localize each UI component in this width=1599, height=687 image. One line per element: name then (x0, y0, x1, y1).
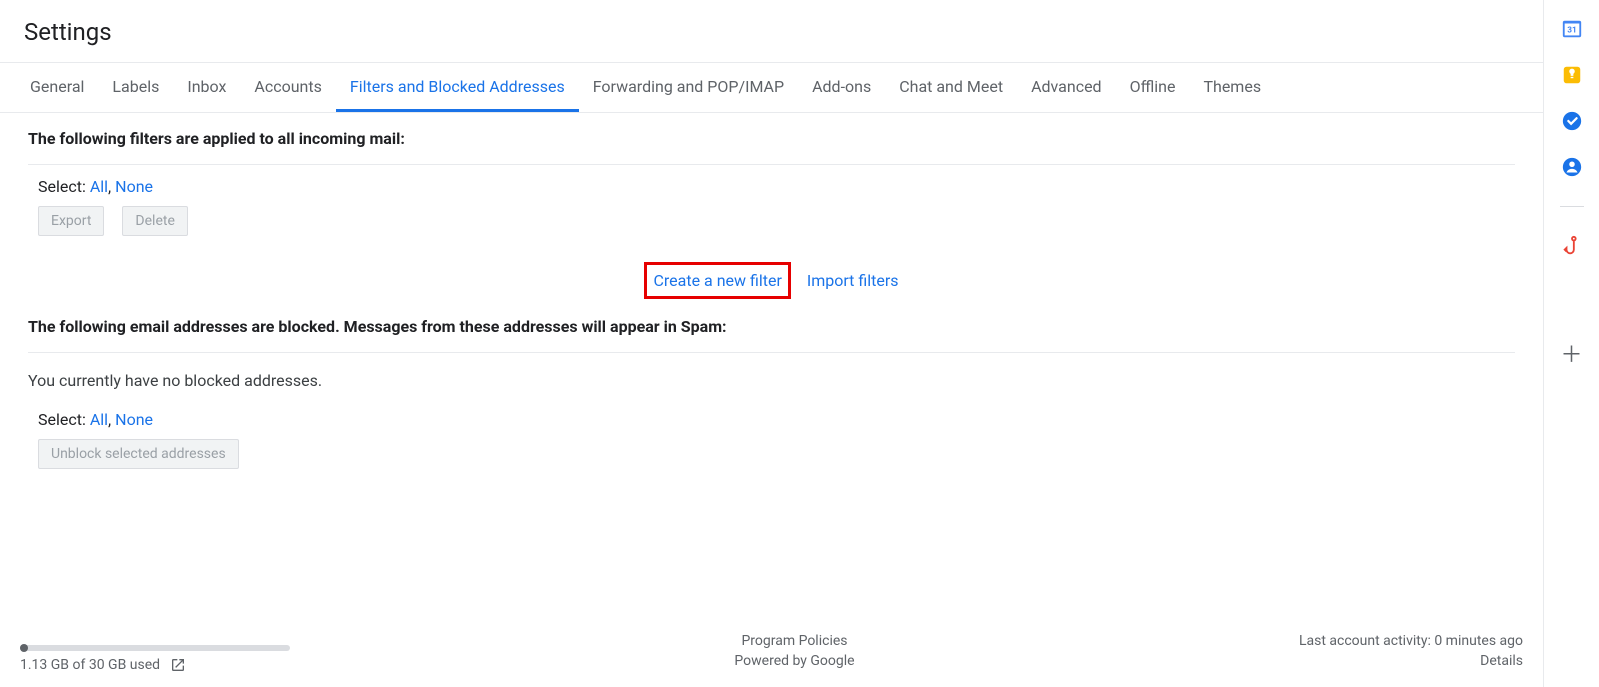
filter-buttons: Export Delete (28, 206, 1515, 254)
open-in-new-icon[interactable] (170, 657, 186, 673)
filters-heading: The following filters are applied to all… (28, 129, 1515, 148)
tab-general[interactable]: General (28, 63, 98, 112)
add-icon[interactable]: ＋ (1560, 345, 1582, 367)
create-filter-highlight: Create a new filter (644, 262, 790, 299)
filter-create-row: Create a new filter Import filters (28, 254, 1515, 317)
select-none-link[interactable]: None (115, 177, 153, 196)
footer-right: Last account activity: 0 minutes ago Det… (1299, 633, 1523, 673)
select-label: Select: (38, 410, 86, 429)
tab-accounts[interactable]: Accounts (240, 63, 335, 112)
settings-tabs: General Labels Inbox Accounts Filters an… (0, 63, 1543, 113)
create-filter-link[interactable]: Create a new filter (653, 271, 781, 290)
tab-inbox[interactable]: Inbox (173, 63, 240, 112)
tasks-icon[interactable] (1561, 110, 1583, 132)
divider (28, 164, 1515, 165)
content-area: The following filters are applied to all… (0, 113, 1543, 625)
footer-center: Program Policies Powered by Google (734, 633, 854, 673)
tab-chat[interactable]: Chat and Meet (885, 63, 1017, 112)
settings-main: Settings General Labels Inbox Accounts F… (0, 0, 1543, 687)
storage-row: 1.13 GB of 30 GB used (20, 657, 290, 673)
unblock-button[interactable]: Unblock selected addresses (38, 439, 239, 469)
powered-by-text: Powered by Google (734, 653, 854, 669)
tab-addons[interactable]: Add-ons (798, 63, 885, 112)
account-activity-text: Last account activity: 0 minutes ago (1299, 633, 1523, 649)
blocked-buttons: Unblock selected addresses (28, 439, 1515, 487)
footer: 1.13 GB of 30 GB used Program Policies P… (0, 625, 1543, 687)
svg-text:31: 31 (1567, 26, 1576, 36)
select-all-link[interactable]: All (90, 177, 108, 196)
divider (28, 352, 1515, 353)
program-policies-link[interactable]: Program Policies (734, 633, 854, 649)
select-label: Select: (38, 177, 86, 196)
blocked-heading: The following email addresses are blocke… (28, 317, 1515, 336)
hook-icon[interactable] (1561, 235, 1583, 257)
storage-text: 1.13 GB of 30 GB used (20, 657, 160, 673)
side-panel: 31 ＋ (1543, 0, 1599, 687)
import-filters-link[interactable]: Import filters (807, 271, 899, 290)
side-divider (1560, 206, 1584, 207)
blocked-select-row: Select: All, None (28, 408, 1515, 439)
blocked-select-all-link[interactable]: All (90, 410, 108, 429)
scrollbar-thumb[interactable] (20, 644, 28, 652)
blocked-status: You currently have no blocked addresses. (28, 363, 1515, 408)
horizontal-scrollbar[interactable] (20, 645, 290, 651)
footer-left: 1.13 GB of 30 GB used (20, 645, 290, 673)
filters-select-row: Select: All, None (28, 175, 1515, 206)
contacts-icon[interactable] (1561, 156, 1583, 178)
keep-icon[interactable] (1561, 64, 1583, 86)
header: Settings (0, 0, 1543, 63)
tab-filters[interactable]: Filters and Blocked Addresses (336, 63, 579, 112)
tab-advanced[interactable]: Advanced (1017, 63, 1116, 112)
delete-button[interactable]: Delete (122, 206, 187, 236)
blocked-select-none-link[interactable]: None (115, 410, 153, 429)
tab-themes[interactable]: Themes (1189, 63, 1275, 112)
tab-forwarding[interactable]: Forwarding and POP/IMAP (579, 63, 798, 112)
tab-offline[interactable]: Offline (1116, 63, 1190, 112)
page-title: Settings (0, 0, 1543, 62)
export-button[interactable]: Export (38, 206, 104, 236)
calendar-icon[interactable]: 31 (1561, 18, 1583, 40)
tab-labels[interactable]: Labels (98, 63, 173, 112)
details-link[interactable]: Details (1299, 653, 1523, 669)
